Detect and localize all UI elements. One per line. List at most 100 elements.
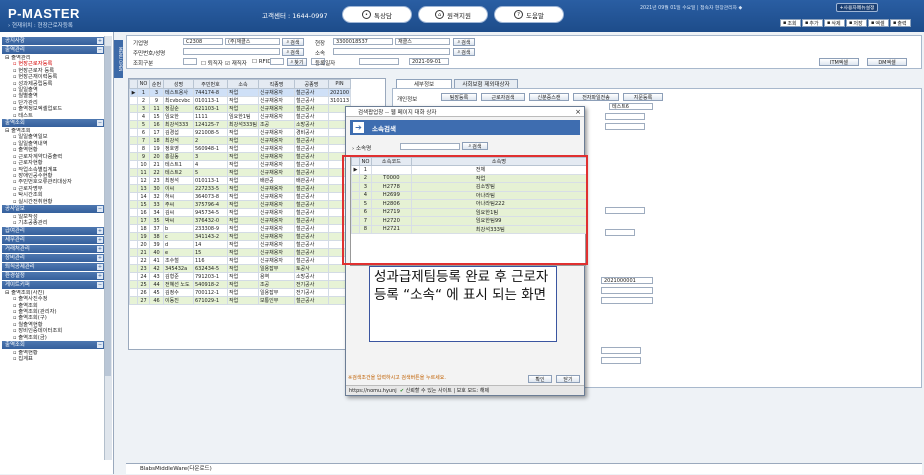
toolbar-button[interactable]: ▪ 출력: [890, 19, 911, 27]
retire-select[interactable]: [183, 58, 197, 65]
table-row[interactable]: 8 19 정호영 560948-1 작업 신규채용자 철근공사: [129, 144, 352, 153]
id-scan-button[interactable]: 신분증스캔: [529, 93, 569, 101]
dept-column-header[interactable]: 소속코드: [370, 157, 412, 166]
tab-insurance-exempt[interactable]: 사회보험 제외대상자: [454, 79, 518, 88]
rfid-input[interactable]: [270, 58, 284, 65]
dept-row[interactable]: 3 H2778 김소방팀: [351, 182, 588, 192]
sidebar-section[interactable]: 급여관리 +: [2, 226, 105, 235]
find-button[interactable]: ⌕ 찾기: [287, 58, 307, 66]
sidebar-section[interactable]: 출역관리 −: [2, 46, 105, 54]
site-search-button[interactable]: ⌕ 검색: [453, 38, 475, 46]
field-h[interactable]: [601, 357, 641, 364]
dept-row[interactable]: 4 H2699 아나라팀: [351, 190, 588, 200]
table-row[interactable]: 22 41 조수철 116 작업 신규채용자 철근공사: [129, 256, 352, 265]
field-b[interactable]: [605, 123, 645, 130]
fingerprint-register-button[interactable]: 지문등록: [623, 93, 663, 101]
close-icon[interactable]: ×: [575, 108, 581, 116]
sidebar-section[interactable]: 세무관리 +: [2, 235, 105, 244]
dept-row[interactable]: 2 T0000 작업: [351, 173, 588, 183]
table-row[interactable]: 14 32 허씨 364073-8 작업 신규채용자 철근공사: [129, 192, 352, 201]
team-field[interactable]: 테스트6: [609, 103, 653, 110]
sidebar-section[interactable]: 퇴직공제관리 +: [2, 262, 105, 271]
table-row[interactable]: 21 40 e 15 작업 신규채용자 철근공사: [129, 248, 352, 257]
table-row[interactable]: 27 46 이동진 671029-1 작업 보통인부 철근공사: [129, 296, 352, 305]
popup-search-button[interactable]: ⌕ 검색: [462, 142, 488, 150]
table-row[interactable]: 13 30 이씨 227233-5 작업 신규채용자 철근공사: [129, 184, 352, 193]
table-row[interactable]: 12 23 최정석 010113-1 작업 배관공 배관공사: [129, 176, 352, 185]
expand-icon[interactable]: −: [97, 281, 103, 288]
sidebar-section[interactable]: 환경설정 +: [2, 271, 105, 280]
grid-column-header[interactable]: PIN: [327, 79, 352, 89]
popup-close-button[interactable]: 닫기: [556, 375, 580, 383]
sidebar-section[interactable]: 출역조회 −: [2, 119, 105, 128]
toolbar-button[interactable]: ▪ 엑셀: [868, 19, 889, 27]
dept-column-header[interactable]: 소속명: [410, 157, 588, 166]
dept-row[interactable]: 5 H2806 아나라팀222: [351, 199, 588, 209]
my-menu-button[interactable]: +사용자메뉴설정: [836, 3, 878, 12]
expand-icon[interactable]: +: [97, 38, 103, 44]
remote-support-button[interactable]: ⌂ 원격지원: [418, 6, 488, 23]
table-row[interactable]: 2 9 최cvbcvbc 010113-1 작업 신규채용자 철근공사 310113: [129, 96, 352, 105]
site-name-input[interactable]: 재클스: [395, 38, 450, 45]
toolbar-button[interactable]: ▪ 추가: [802, 19, 823, 27]
expand-icon[interactable]: +: [97, 254, 103, 261]
sidebar-scroll-thumb[interactable]: [105, 46, 111, 376]
expand-icon[interactable]: +: [97, 227, 103, 234]
table-row[interactable]: 20 39 d 14 작업 신규채용자 철근공사: [129, 240, 352, 249]
expand-icon[interactable]: +: [97, 245, 103, 252]
reg-date-from[interactable]: [359, 58, 399, 65]
table-row[interactable]: 15 33 주씨 375796-4 작업 신규채용자 철근공사: [129, 200, 352, 209]
menu-open-tab[interactable]: MENU OPEN: [114, 40, 123, 78]
person-search-button[interactable]: ⌕ 검색: [282, 48, 304, 56]
table-row[interactable]: 23 42 345432a 632434-5 작업 일용잡부 토공사: [129, 264, 352, 273]
grid-column-header[interactable]: 공종명: [293, 79, 329, 89]
sidebar-section[interactable]: 공지사항 +: [2, 37, 105, 45]
help-button[interactable]: ? 도움말: [494, 6, 564, 23]
table-row[interactable]: 16 34 김씨 945734-5 작업 신규채용자 철근공사: [129, 208, 352, 217]
dept-name-input[interactable]: [400, 143, 460, 150]
table-row[interactable]: 4 15 임요한 1111 임요한1팀 신규채용자 철근공사: [129, 112, 352, 121]
table-row[interactable]: 18 37 b 233308-9 작업 신규채용자 철근공사: [129, 224, 352, 233]
toolbar-button[interactable]: ▪ 저장: [846, 19, 867, 27]
table-row[interactable]: 5 16 최강석333 124125-7 최강석333팀 조공 소방공사: [129, 120, 352, 129]
expand-icon[interactable]: −: [97, 205, 103, 212]
worker-id-field[interactable]: 2021000001: [601, 277, 653, 284]
table-row[interactable]: 9 20 홍길동 3 작업 신규채용자 철근공사: [129, 152, 352, 161]
sidebar-section[interactable]: 장비관리 +: [2, 253, 105, 262]
table-row[interactable]: 26 45 김정수 700112-1 작업 일용잡부 전기공사: [129, 288, 352, 297]
table-row[interactable]: 6 17 김경섭 921008-5 작업 신규채용자 경비공사: [129, 128, 352, 137]
table-row[interactable]: 3 11 정길순 621103-1 작업 신규채용자 철근공사: [129, 104, 352, 113]
sidebar-section[interactable]: 거래처관리 +: [2, 244, 105, 253]
expand-icon[interactable]: +: [97, 263, 103, 270]
table-row[interactable]: ▶ 1 3 테스트용사 744174-8 작업 신규채용자 철근공사 202100: [129, 88, 352, 97]
field-c[interactable]: [605, 207, 645, 214]
grid-column-header[interactable]: 소속: [227, 79, 259, 89]
talk-consult-button[interactable]: • 톡상담: [342, 6, 412, 23]
table-row[interactable]: 7 18 최강석 2 작업 신규채용자 철근공사: [129, 136, 352, 145]
field-a[interactable]: [605, 113, 645, 120]
dept-input[interactable]: [333, 48, 450, 55]
table-row[interactable]: 24 43 김형준 791203-1 작업 용역 소방공사: [129, 272, 352, 281]
popup-ok-button[interactable]: 확인: [528, 375, 552, 383]
sidebar-item[interactable]: ▫ 집계표: [4, 356, 104, 362]
sidebar-section[interactable]: 공사일보 −: [2, 204, 105, 213]
expand-icon[interactable]: +: [97, 236, 103, 243]
table-row[interactable]: 25 44 전혜선 노도 540918-2 작업 조공 전기공사: [129, 280, 352, 289]
grid-column-header[interactable]: 직종명: [257, 79, 295, 89]
expand-icon[interactable]: +: [97, 272, 103, 279]
reg-date-to[interactable]: 2021-09-01: [409, 58, 449, 65]
company-name-input[interactable]: (주)재클스: [225, 38, 280, 45]
dept-row[interactable]: ▶ 1 전체: [351, 165, 588, 175]
site-code-input[interactable]: 3300018537: [333, 38, 393, 45]
sidebar-section[interactable]: 게이트키퍼 −: [2, 280, 105, 289]
rfid-checkbox[interactable]: ☐ RFID: [252, 59, 272, 65]
grid-column-header[interactable]: NO: [137, 79, 150, 89]
expand-icon[interactable]: −: [97, 342, 103, 348]
company-search-button[interactable]: ⌕ 검색: [282, 38, 304, 46]
employed-checkbox[interactable]: ☑ 재직자: [225, 59, 247, 67]
field-g[interactable]: [601, 347, 641, 354]
dept-column-header[interactable]: NO: [358, 157, 372, 166]
tab-detail-info[interactable]: 세부정보: [396, 79, 452, 88]
grid-column-header[interactable]: 주민번호: [193, 79, 228, 89]
table-row[interactable]: 10 21 테스트1 4 작업 신규채용자 철근공사: [129, 160, 352, 169]
